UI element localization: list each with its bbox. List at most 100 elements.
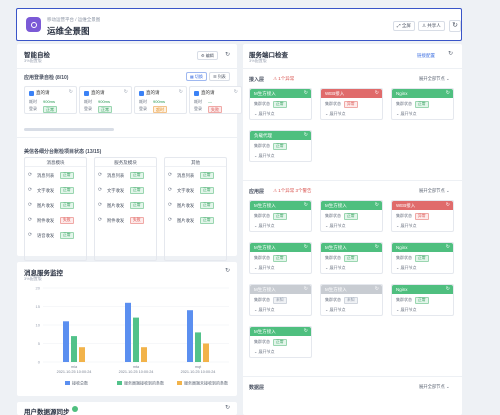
service-card[interactable]: 负载代理 ↻ 集群状态 正常 ⌄ 展开节点 (249, 130, 312, 162)
expand-nodes-button[interactable]: ⌄ 展开节点 (254, 223, 274, 229)
refresh-icon[interactable]: ↻ (223, 51, 232, 60)
refresh-icon[interactable]: ↻ (446, 89, 450, 98)
service-card[interactable]: M生方接入 ↻ 集群状态 正常 ⌄ 展开节点 (249, 326, 312, 358)
expand-nodes-button[interactable]: ⌄ 展开节点 (254, 153, 274, 159)
fullscreen-button[interactable]: ⤢ 全屏 (393, 21, 415, 31)
alert-text: 1个异常 3个警告 (278, 188, 312, 193)
login-check-card[interactable]: 直的请 ↻ 耗时 — 登录 失败 (189, 86, 242, 114)
refresh-icon[interactable]: ↻ (223, 267, 232, 276)
divider (243, 68, 462, 69)
refresh-icon[interactable]: ↻ (179, 89, 183, 95)
check-row[interactable]: ⟳ 图片收发 正常 (28, 202, 85, 210)
status-badge: 未知 (344, 297, 358, 304)
check-name: 附件收发 (107, 218, 125, 223)
service-card[interactable]: Nginx ↻ 集群状态 正常 ⌄ 展开节点 (391, 88, 454, 120)
view-list-toggle[interactable]: ☰ 列表 (209, 72, 230, 81)
service-card[interactable]: M生方接入 ↻ 集群状态 正常 ⌄ 展开节点 (320, 200, 383, 232)
expand-nodes-button[interactable]: ⌄ 展开节点 (254, 349, 274, 355)
login-check-card[interactable]: 直的请 ↻ 耗时 900ms 登录 正常 (79, 86, 132, 114)
refresh-icon[interactable]: ↻ (446, 50, 455, 59)
refresh-icon[interactable]: ↻ (375, 89, 379, 98)
expand-nodes-button[interactable]: ⌄ 展开节点 (396, 307, 416, 313)
refresh-icon[interactable]: ↻ (304, 89, 308, 98)
refresh-icon[interactable]: ↻ (69, 89, 73, 95)
expand-nodes-button[interactable]: ⌄ 展开节点 (325, 307, 345, 313)
login-check-card[interactable]: 直的请 ↻ 耗时 900ms 登录 正常 (24, 86, 77, 114)
service-card[interactable]: Nginx ↻ 集群状态 正常 ⌄ 展开节点 (391, 242, 454, 274)
service-card-header: M生方接入 ↻ (321, 285, 382, 294)
service-card[interactable]: Nginx ↻ 集群状态 正常 ⌄ 展开节点 (391, 284, 454, 316)
cluster-status-label: 集群状态 (325, 101, 341, 106)
expand-all-button[interactable]: 展开全部节点 ⌄ (419, 384, 450, 390)
refresh-icon[interactable]: ↻ (375, 201, 379, 210)
check-row[interactable]: ⟳ 图片收发 正常 (98, 202, 155, 210)
app-icon (29, 91, 34, 96)
service-card[interactable]: M生方接入 ↻ 集群状态 正常 ⌄ 展开节点 (249, 242, 312, 274)
service-card-header: WEB接入 ↻ (392, 201, 453, 210)
check-row[interactable]: ⟳ 消息列表 正常 (28, 172, 85, 180)
view-grid-toggle[interactable]: ▦ 切换 (186, 72, 207, 81)
check-row[interactable]: ⟳ 图片收发 正常 (168, 217, 225, 225)
refresh-icon[interactable]: ↻ (234, 89, 238, 95)
refresh-icon[interactable]: ↻ (304, 201, 308, 210)
service-card[interactable]: M生方接入 ↻ 集群状态 正常 ⌄ 展开节点 (249, 88, 312, 120)
refresh-icon[interactable]: ↻ (375, 285, 379, 294)
expand-nodes-button[interactable]: ⌄ 展开节点 (254, 111, 274, 117)
latency-label: 耗时 (194, 99, 202, 104)
check-row[interactable]: ⟳ 消息列表 正常 (168, 172, 225, 180)
check-row[interactable]: ⟳ 语音收发 正常 (28, 232, 85, 240)
service-card[interactable]: M生方接入 ↻ 集群状态 正常 ⌄ 展开节点 (249, 200, 312, 232)
service-card-header: WEB接入 ↻ (321, 89, 382, 98)
status-badge: 正常 (415, 101, 429, 108)
check-row[interactable]: ⟳ 附件收发 失败 (28, 217, 85, 225)
refresh-icon[interactable]: ↻ (446, 201, 450, 210)
service-card[interactable]: WEB接入 ↻ 集群状态 异常 ⌄ 展开节点 (391, 200, 454, 232)
refresh-icon[interactable]: ↻ (304, 243, 308, 252)
expand-nodes-button[interactable]: ⌄ 展开节点 (325, 111, 345, 117)
edit-button[interactable]: ⚙ 编辑 (197, 51, 218, 60)
breadcrumb[interactable]: 移动运营平台 / 运维全景图 (47, 17, 100, 23)
latency-value: 900ms (98, 99, 111, 104)
link-config-link[interactable]: 链接配置 (417, 53, 435, 59)
service-card[interactable]: WEB接入 ↻ 集群状态 异常 ⌄ 展开节点 (320, 88, 383, 120)
expand-all-button[interactable]: 展开全部节点 ⌄ (419, 76, 450, 82)
status-badge: 正常 (415, 255, 429, 262)
scrollbar[interactable] (24, 128, 114, 131)
expand-nodes-button[interactable]: ⌄ 展开节点 (254, 265, 274, 271)
refresh-icon[interactable]: ↻ (304, 327, 308, 336)
status-badge: 正常 (60, 232, 74, 239)
refresh-icon[interactable]: ↻ (124, 89, 128, 95)
service-card-header: M生方接入 ↻ (321, 201, 382, 210)
cluster-status-label: 集群状态 (254, 255, 270, 260)
service-card[interactable]: M生方接入 ↻ 集群状态 正常 ⌄ 展开节点 (320, 242, 383, 274)
check-row[interactable]: ⟳ 文字收发 正常 (28, 187, 85, 195)
expand-nodes-button[interactable]: ⌄ 展开节点 (396, 223, 416, 229)
check-row[interactable]: ⟳ 消息列表 正常 (98, 172, 155, 180)
status-badge: 正常 (60, 172, 74, 179)
refresh-icon[interactable]: ↻ (304, 285, 308, 294)
service-card[interactable]: M生方接入 ↻ 集群状态 未知 ⌄ 展开节点 (320, 284, 383, 316)
check-row[interactable]: ⟳ 文字收发 正常 (98, 187, 155, 195)
expand-nodes-button[interactable]: ⌄ 展开节点 (325, 265, 345, 271)
refresh-icon[interactable]: ↻ (223, 404, 232, 413)
expand-all-button[interactable]: 展开全部节点 ⌄ (419, 188, 450, 194)
refresh-icon[interactable]: ↻ (446, 285, 450, 294)
service-card-header: M生方接入 ↻ (250, 89, 311, 98)
refresh-icon[interactable]: ↻ (375, 243, 379, 252)
refresh-icon[interactable]: ↻ (446, 243, 450, 252)
alert-text: 1个异常 (278, 76, 295, 81)
expand-nodes-button[interactable]: ⌄ 展开节点 (396, 111, 416, 117)
refresh-icon[interactable]: ↻ (449, 20, 461, 32)
check-row[interactable]: ⟳ 文字收发 正常 (168, 187, 225, 195)
expand-nodes-button[interactable]: ⌄ 展开节点 (396, 265, 416, 271)
service-card[interactable]: M生方接入 ↻ 集群状态 未知 ⌄ 展开节点 (249, 284, 312, 316)
service-name: M生方接入 (254, 245, 276, 250)
expand-nodes-button[interactable]: ⌄ 展开节点 (254, 307, 274, 313)
check-row[interactable]: ⟳ 附件收发 失败 (98, 217, 155, 225)
login-check-card[interactable]: 直的请 ↻ 耗时 900ms 登录 超时 (134, 86, 187, 114)
link-icon: ⟳ (168, 187, 173, 193)
check-row[interactable]: ⟳ 图片收发 正常 (168, 202, 225, 210)
share-button[interactable]: ♙ 共享人 (418, 21, 445, 31)
refresh-icon[interactable]: ↻ (304, 131, 308, 140)
expand-nodes-button[interactable]: ⌄ 展开节点 (325, 223, 345, 229)
